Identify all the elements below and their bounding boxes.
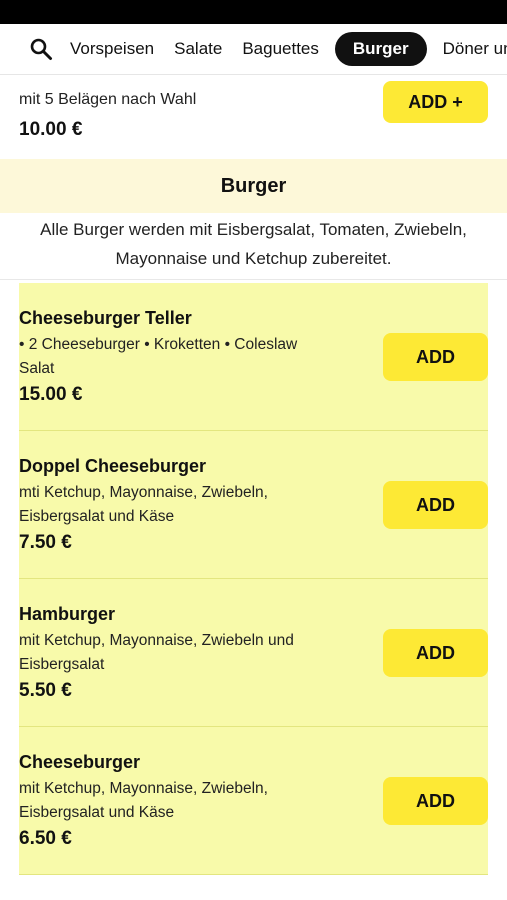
menu-item[interactable]: Cheeseburger mit Ketchup, Mayonnaise, Zw… <box>19 727 488 875</box>
item-price: 15.00 € <box>19 384 83 405</box>
item-description: mit Ketchup, Mayonnaise, Zwiebeln, Eisbe… <box>19 780 268 821</box>
search-icon[interactable] <box>29 37 53 61</box>
category-nav: Vorspeisen Salate Baguettes Burger Döner… <box>0 24 507 75</box>
tab-burger[interactable]: Burger <box>334 32 427 66</box>
menu-item-list: Cheeseburger Teller • 2 Cheeseburger • K… <box>19 283 488 875</box>
add-button[interactable]: ADD <box>383 481 488 529</box>
status-bar <box>0 0 507 24</box>
tab-salate[interactable]: Salate <box>164 39 232 59</box>
add-button[interactable]: ADD <box>383 333 488 381</box>
item-name: Cheeseburger <box>19 752 141 772</box>
section-header: Burger <box>0 159 507 213</box>
item-name: Cheeseburger Teller <box>19 308 192 328</box>
item-price: 7.50 € <box>19 532 72 553</box>
item-description: mit 5 Belägen nach Wahl <box>19 91 197 108</box>
tab-baguettes[interactable]: Baguettes <box>232 39 329 59</box>
add-button[interactable]: ADD <box>383 629 488 677</box>
item-name: Doppel Cheeseburger <box>19 456 207 476</box>
item-description: • 2 Cheeseburger • Kroketten • Coleslaw … <box>19 336 298 377</box>
section-title: Burger <box>220 174 287 197</box>
previous-menu-item: mit 5 Belägen nach Wahl 10.00 € ADD + <box>0 75 507 159</box>
menu-page: Vorspeisen Salate Baguettes Burger Döner… <box>0 0 507 900</box>
item-price: 6.50 € <box>19 828 72 849</box>
item-description: mti Ketchup, Mayonnaise, Zwiebeln, Eisbe… <box>19 484 268 525</box>
menu-item[interactable]: Cheeseburger Teller • 2 Cheeseburger • K… <box>19 283 488 431</box>
item-price: 10.00 € <box>19 119 83 140</box>
menu-item[interactable]: Hamburger mit Ketchup, Mayonnaise, Zwieb… <box>19 579 488 727</box>
item-description: mit Ketchup, Mayonnaise, Zwiebeln und Ei… <box>19 632 294 673</box>
menu-item[interactable]: Doppel Cheeseburger mti Ketchup, Mayonna… <box>19 431 488 579</box>
item-price: 5.50 € <box>19 680 72 701</box>
add-button[interactable]: ADD + <box>383 81 488 123</box>
section-description: Alle Burger werden mit Eisbergsalat, Tom… <box>0 213 507 280</box>
add-button[interactable]: ADD <box>383 777 488 825</box>
tab-vorspeisen[interactable]: Vorspeisen <box>70 39 164 59</box>
item-name: Hamburger <box>19 604 116 624</box>
tab-doener[interactable]: Döner und <box>433 39 507 59</box>
